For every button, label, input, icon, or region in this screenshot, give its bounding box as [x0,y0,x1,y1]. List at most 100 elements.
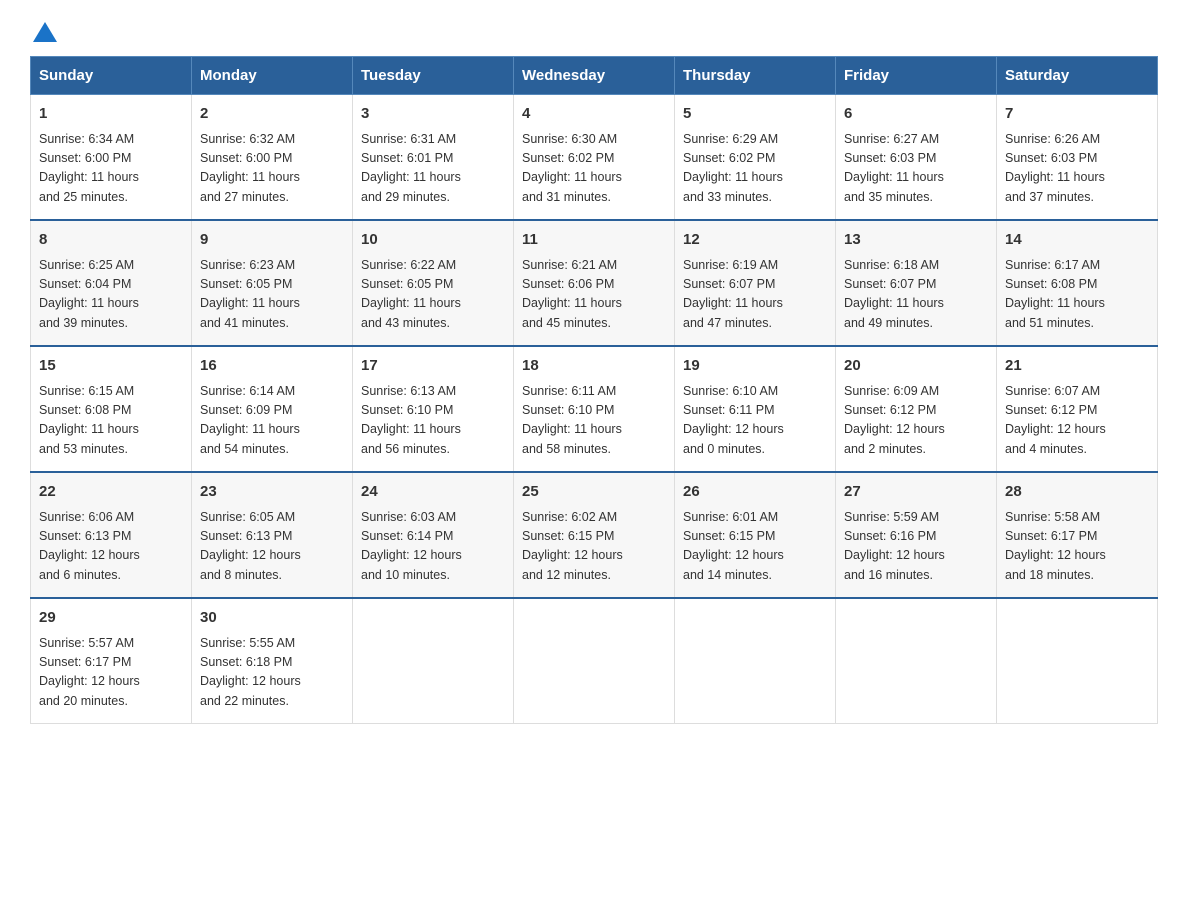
day-info: Sunrise: 6:13 AMSunset: 6:10 PMDaylight:… [361,382,505,460]
weekday-header-wednesday: Wednesday [514,57,675,95]
day-number: 26 [683,481,827,504]
day-number: 18 [522,355,666,378]
day-info: Sunrise: 6:03 AMSunset: 6:14 PMDaylight:… [361,508,505,586]
day-info: Sunrise: 6:22 AMSunset: 6:05 PMDaylight:… [361,256,505,334]
day-info: Sunrise: 5:58 AMSunset: 6:17 PMDaylight:… [1005,508,1149,586]
day-number: 20 [844,355,988,378]
calendar-cell: 22Sunrise: 6:06 AMSunset: 6:13 PMDayligh… [31,472,192,598]
day-number: 24 [361,481,505,504]
calendar-cell: 17 Sunrise: 6:13 AMSunset: 6:10 PMDayligh… [353,346,514,472]
day-number: 1 [39,103,183,126]
logo-text [30,20,60,40]
day-number: 2 [200,103,344,126]
day-number: 5 [683,103,827,126]
calendar-week-3: 15 Sunrise: 6:15 AMSunset: 6:08 PMDayligh… [31,346,1158,472]
day-info: Sunrise: 6:34 AMSunset: 6:00 PMDaylight:… [39,130,183,208]
day-number: 28 [1005,481,1149,504]
day-info: Sunrise: 6:21 AMSunset: 6:06 PMDaylight:… [522,256,666,334]
day-info: Sunrise: 6:17 AMSunset: 6:08 PMDaylight:… [1005,256,1149,334]
day-number: 12 [683,229,827,252]
logo-triangle-icon [33,22,57,42]
calendar-cell: 24 Sunrise: 6:03 AMSunset: 6:14 PMDayligh… [353,472,514,598]
calendar-cell: 10 Sunrise: 6:22 AMSunset: 6:05 PMDayligh… [353,220,514,346]
day-info: Sunrise: 6:30 AMSunset: 6:02 PMDaylight:… [522,130,666,208]
calendar-cell: 16 Sunrise: 6:14 AMSunset: 6:09 PMDayligh… [192,346,353,472]
calendar-cell: 26 Sunrise: 6:01 AMSunset: 6:15 PMDayligh… [675,472,836,598]
day-info: Sunrise: 6:25 AMSunset: 6:04 PMDaylight:… [39,256,183,334]
day-info: Sunrise: 6:29 AMSunset: 6:02 PMDaylight:… [683,130,827,208]
day-info: Sunrise: 6:19 AMSunset: 6:07 PMDaylight:… [683,256,827,334]
day-info: Sunrise: 6:02 AMSunset: 6:15 PMDaylight:… [522,508,666,586]
day-info: Sunrise: 6:23 AMSunset: 6:05 PMDaylight:… [200,256,344,334]
calendar-cell: 29 Sunrise: 5:57 AMSunset: 6:17 PMDayligh… [31,598,192,724]
calendar-header-row: SundayMondayTuesdayWednesdayThursdayFrid… [31,57,1158,95]
calendar-week-4: 22Sunrise: 6:06 AMSunset: 6:13 PMDayligh… [31,472,1158,598]
calendar-cell [353,598,514,724]
calendar-table: SundayMondayTuesdayWednesdayThursdayFrid… [30,56,1158,724]
calendar-week-2: 8 Sunrise: 6:25 AMSunset: 6:04 PMDaylight… [31,220,1158,346]
day-info: Sunrise: 6:27 AMSunset: 6:03 PMDaylight:… [844,130,988,208]
calendar-week-1: 1 Sunrise: 6:34 AMSunset: 6:00 PMDaylight… [31,95,1158,221]
day-number: 11 [522,229,666,252]
day-info: Sunrise: 6:07 AMSunset: 6:12 PMDaylight:… [1005,382,1149,460]
day-number: 10 [361,229,505,252]
calendar-cell: 27 Sunrise: 5:59 AMSunset: 6:16 PMDayligh… [836,472,997,598]
calendar-cell: 25 Sunrise: 6:02 AMSunset: 6:15 PMDayligh… [514,472,675,598]
calendar-cell: 4 Sunrise: 6:30 AMSunset: 6:02 PMDaylight… [514,95,675,221]
day-info: Sunrise: 6:01 AMSunset: 6:15 PMDaylight:… [683,508,827,586]
day-info: Sunrise: 6:26 AMSunset: 6:03 PMDaylight:… [1005,130,1149,208]
weekday-header-friday: Friday [836,57,997,95]
day-info: Sunrise: 6:14 AMSunset: 6:09 PMDaylight:… [200,382,344,460]
weekday-header-monday: Monday [192,57,353,95]
day-number: 14 [1005,229,1149,252]
day-info: Sunrise: 6:32 AMSunset: 6:00 PMDaylight:… [200,130,344,208]
day-info: Sunrise: 6:15 AMSunset: 6:08 PMDaylight:… [39,382,183,460]
day-number: 9 [200,229,344,252]
calendar-cell [997,598,1158,724]
calendar-cell: 19 Sunrise: 6:10 AMSunset: 6:11 PMDayligh… [675,346,836,472]
calendar-cell: 28 Sunrise: 5:58 AMSunset: 6:17 PMDayligh… [997,472,1158,598]
calendar-cell: 20 Sunrise: 6:09 AMSunset: 6:12 PMDayligh… [836,346,997,472]
day-number: 6 [844,103,988,126]
day-number: 13 [844,229,988,252]
weekday-header-sunday: Sunday [31,57,192,95]
calendar-cell [836,598,997,724]
weekday-header-tuesday: Tuesday [353,57,514,95]
calendar-cell: 23Sunrise: 6:05 AMSunset: 6:13 PMDayligh… [192,472,353,598]
calendar-cell [675,598,836,724]
day-info: Sunrise: 5:59 AMSunset: 6:16 PMDaylight:… [844,508,988,586]
calendar-cell: 8 Sunrise: 6:25 AMSunset: 6:04 PMDaylight… [31,220,192,346]
day-number: 17 [361,355,505,378]
day-number: 21 [1005,355,1149,378]
day-number: 27 [844,481,988,504]
day-info: Sunrise: 5:57 AMSunset: 6:17 PMDaylight:… [39,634,183,712]
day-info: Sunrise: 6:05 AMSunset: 6:13 PMDaylight:… [200,508,344,586]
day-number: 19 [683,355,827,378]
calendar-cell: 21 Sunrise: 6:07 AMSunset: 6:12 PMDayligh… [997,346,1158,472]
day-number: 15 [39,355,183,378]
day-info: Sunrise: 6:11 AMSunset: 6:10 PMDaylight:… [522,382,666,460]
calendar-cell: 1 Sunrise: 6:34 AMSunset: 6:00 PMDaylight… [31,95,192,221]
calendar-cell: 5 Sunrise: 6:29 AMSunset: 6:02 PMDaylight… [675,95,836,221]
day-info: Sunrise: 5:55 AMSunset: 6:18 PMDaylight:… [200,634,344,712]
calendar-week-5: 29 Sunrise: 5:57 AMSunset: 6:17 PMDayligh… [31,598,1158,724]
calendar-cell: 9 Sunrise: 6:23 AMSunset: 6:05 PMDaylight… [192,220,353,346]
calendar-cell: 11 Sunrise: 6:21 AMSunset: 6:06 PMDayligh… [514,220,675,346]
calendar-cell: 3Sunrise: 6:31 AMSunset: 6:01 PMDaylight… [353,95,514,221]
day-number: 7 [1005,103,1149,126]
day-number: 16 [200,355,344,378]
page-header [30,20,1158,40]
day-info: Sunrise: 6:10 AMSunset: 6:11 PMDaylight:… [683,382,827,460]
calendar-cell: 13Sunrise: 6:18 AMSunset: 6:07 PMDayligh… [836,220,997,346]
calendar-cell: 18 Sunrise: 6:11 AMSunset: 6:10 PMDayligh… [514,346,675,472]
day-info: Sunrise: 6:09 AMSunset: 6:12 PMDaylight:… [844,382,988,460]
day-number: 8 [39,229,183,252]
day-info: Sunrise: 6:06 AMSunset: 6:13 PMDaylight:… [39,508,183,586]
day-number: 30 [200,607,344,630]
calendar-cell: 15 Sunrise: 6:15 AMSunset: 6:08 PMDayligh… [31,346,192,472]
day-number: 29 [39,607,183,630]
day-number: 25 [522,481,666,504]
weekday-header-thursday: Thursday [675,57,836,95]
logo [30,20,60,40]
day-number: 4 [522,103,666,126]
